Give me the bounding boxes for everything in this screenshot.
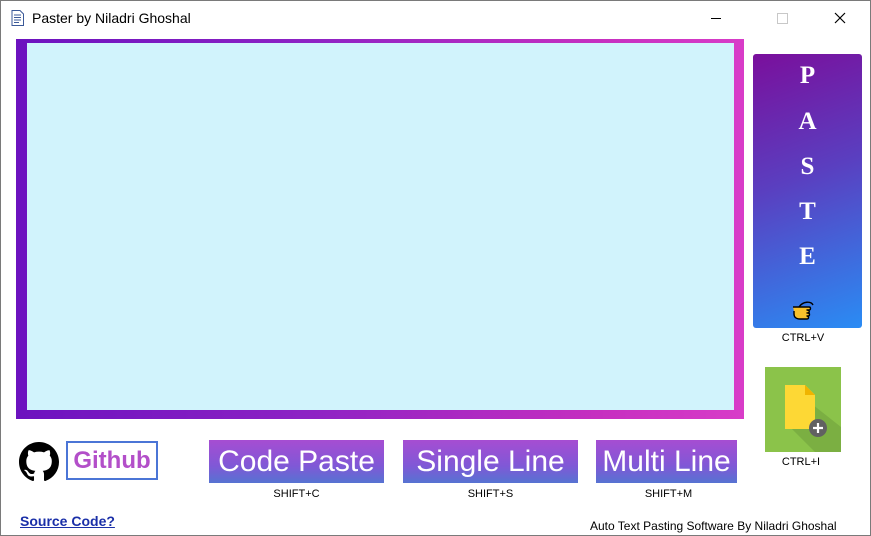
close-icon — [834, 12, 846, 24]
source-code-link[interactable]: Source Code? — [20, 513, 115, 529]
code-paste-shortcut: SHIFT+C — [273, 488, 320, 500]
paste-letter-a: A — [798, 108, 817, 135]
add-file-icon — [785, 385, 841, 452]
insert-file-button[interactable] — [765, 367, 841, 452]
document-icon — [11, 10, 24, 26]
single-line-shortcut: SHIFT+S — [467, 488, 514, 500]
close-button[interactable] — [818, 1, 864, 35]
text-area-frame — [16, 39, 744, 419]
multi-line-button[interactable]: Multi Line — [596, 440, 737, 483]
window-title: Paster by Niladri Ghoshal — [32, 10, 191, 26]
minimize-button[interactable] — [693, 1, 739, 35]
pointing-hand-icon — [793, 301, 814, 320]
footer-credit: Auto Text Pasting Software By Niladri Gh… — [590, 519, 837, 533]
title-bar: Paster by Niladri Ghoshal — [1, 1, 870, 35]
maximize-button[interactable] — [758, 1, 804, 35]
paste-letter-p: P — [799, 62, 816, 89]
multi-line-shortcut: SHIFT+M — [644, 488, 693, 500]
paste-shortcut: CTRL+V — [781, 332, 825, 344]
minimize-icon — [711, 18, 721, 19]
paste-letter-t: T — [799, 198, 816, 225]
single-line-button[interactable]: Single Line — [403, 440, 578, 483]
github-icon[interactable] — [19, 442, 59, 482]
maximize-icon — [777, 13, 788, 24]
paste-button[interactable]: P A S T E — [753, 54, 862, 328]
paste-letter-s: S — [800, 153, 815, 180]
insert-file-shortcut: CTRL+I — [781, 456, 821, 468]
paste-letter-e: E — [799, 243, 816, 270]
code-paste-button[interactable]: Code Paste — [209, 440, 384, 483]
github-button[interactable]: Github — [66, 441, 158, 480]
paste-text-area[interactable] — [27, 43, 734, 410]
